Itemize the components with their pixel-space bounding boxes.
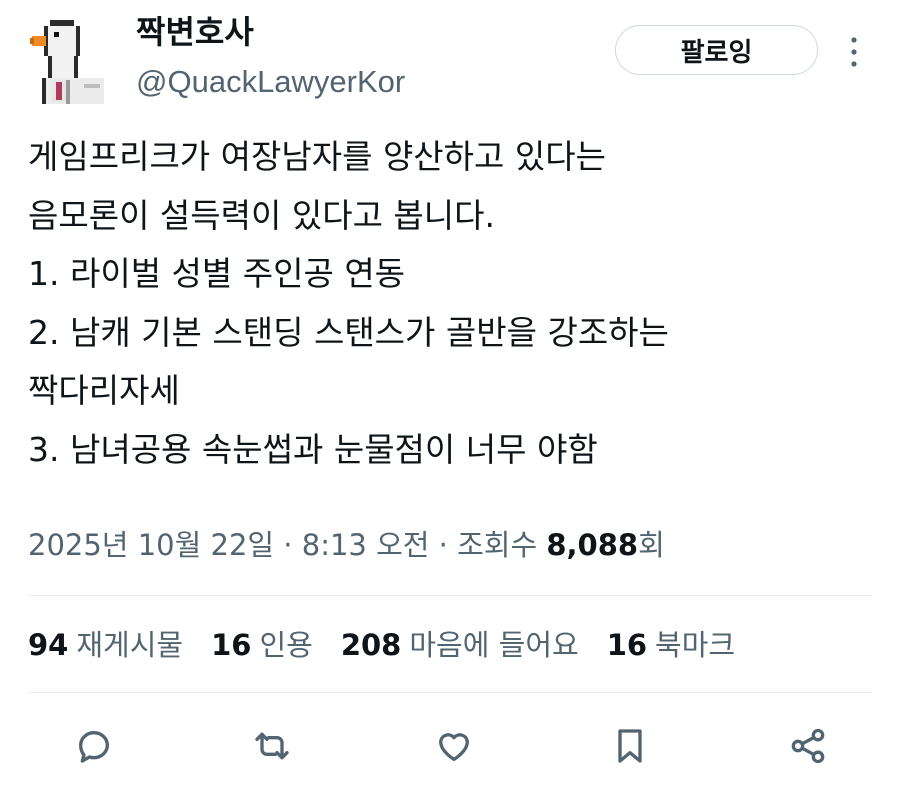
- tweet-line: 게임프리크가 여장남자를 양산하고 있다는: [28, 137, 606, 176]
- like-icon: [439, 733, 469, 761]
- repost-icon: [255, 732, 289, 760]
- stat-count: 16: [211, 628, 252, 662]
- stat-label: 북마크: [655, 628, 736, 662]
- tweet-line: 음모론이 설득력이 있다고 봅니다.: [28, 195, 495, 235]
- stat-likes[interactable]: 208 마음에 들어요: [341, 620, 579, 670]
- stat-label: 마음에 들어요: [409, 628, 579, 662]
- view-count: 8,088: [546, 528, 639, 562]
- view-count-suffix: 회: [638, 528, 665, 562]
- bookmark-button[interactable]: [608, 724, 652, 768]
- tweet-text: 게임프리크가 여장남자를 양산하고 있다는 음모론이 설득력이 있다고 봅니다.…: [28, 128, 878, 479]
- goose-avatar-icon: [30, 20, 104, 104]
- repost-button[interactable]: [250, 724, 294, 768]
- tweet-line: 1. 라이벌 성별 주인공 연동: [28, 254, 406, 293]
- divider: [28, 595, 872, 596]
- bookmark-icon: [618, 729, 642, 763]
- stat-bookmarks[interactable]: 16 북마크: [607, 620, 735, 670]
- following-button-label: 팔로잉: [680, 37, 753, 68]
- user-handle[interactable]: @QuackLawyerKor: [136, 60, 405, 104]
- share-button[interactable]: [786, 724, 830, 768]
- stat-label: 재게시물: [76, 628, 184, 662]
- reply-icon: [79, 731, 110, 763]
- tweet-line: 3. 남녀공용 속눈썹과 눈물점이 너무 야함: [28, 429, 598, 469]
- tweet-line: 짝다리자세: [28, 371, 180, 410]
- timestamp[interactable]: 2025년 10월 22일 · 8:13 오전 · 조회수: [28, 528, 546, 562]
- tweet-line: 2. 남캐 기본 스탠딩 스탠스가 골반을 강조하는: [28, 312, 669, 352]
- engagement-stats: 94 재게시물 16 인용 208 마음에 들어요 16 북마크: [28, 620, 735, 670]
- share-icon: [791, 728, 825, 764]
- like-button[interactable]: [432, 724, 476, 768]
- stat-count: 94: [28, 628, 69, 662]
- stat-count: 208: [340, 628, 402, 662]
- stat-quotes[interactable]: 16 인용: [211, 620, 313, 670]
- stat-count: 16: [606, 628, 648, 662]
- more-vertical-icon: [851, 37, 857, 67]
- divider: [28, 692, 872, 693]
- more-options-button[interactable]: [842, 36, 866, 68]
- display-name[interactable]: 짝변호사: [136, 10, 254, 54]
- following-button[interactable]: 팔로잉: [615, 25, 818, 75]
- stat-reposts[interactable]: 94 재게시물: [28, 620, 183, 670]
- tweet-meta: 2025년 10월 22일 · 8:13 오전 · 조회수 8,088회: [28, 520, 665, 570]
- avatar[interactable]: [30, 20, 112, 104]
- stat-label: 인용: [259, 628, 313, 662]
- reply-button[interactable]: [72, 724, 116, 768]
